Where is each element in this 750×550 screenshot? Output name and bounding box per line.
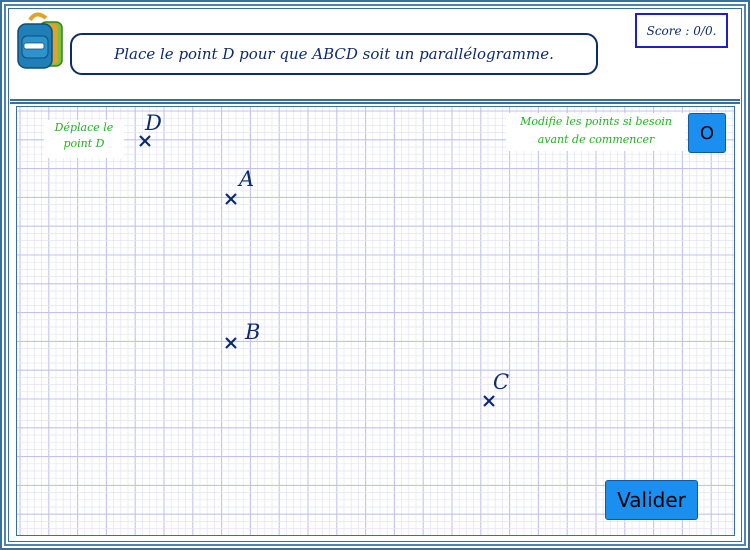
point-c-label: C [493, 370, 510, 394]
instruction-text: Place le point D pour que ABCD soit un p… [114, 45, 554, 63]
modify-points-hint: Modifie les points si besoin avant de co… [506, 113, 686, 151]
score-box: Score : 0/0. [635, 13, 728, 48]
point-a-label: A [239, 167, 255, 191]
score-text: Score : 0/0. [646, 23, 717, 38]
move-d-hint: Déplace le point D [44, 120, 124, 158]
header-divider-2 [10, 102, 740, 104]
grid-lines [17, 107, 734, 535]
modify-hint-line1: Modifie les points si besoin [520, 115, 672, 128]
graph-paper-canvas[interactable] [16, 106, 735, 536]
move-hint-line1: Déplace le [54, 121, 114, 134]
reset-button[interactable]: O [688, 113, 726, 153]
point-d-label: D [145, 111, 162, 135]
point-b-label: B [245, 320, 261, 344]
header-divider [10, 99, 740, 101]
validate-button[interactable]: Valider [605, 480, 698, 520]
move-hint-line2: point D [63, 137, 105, 150]
backpack-icon [14, 12, 70, 70]
modify-hint-line2: avant de commencer [537, 133, 655, 146]
instruction-box: Place le point D pour que ABCD soit un p… [70, 33, 598, 75]
